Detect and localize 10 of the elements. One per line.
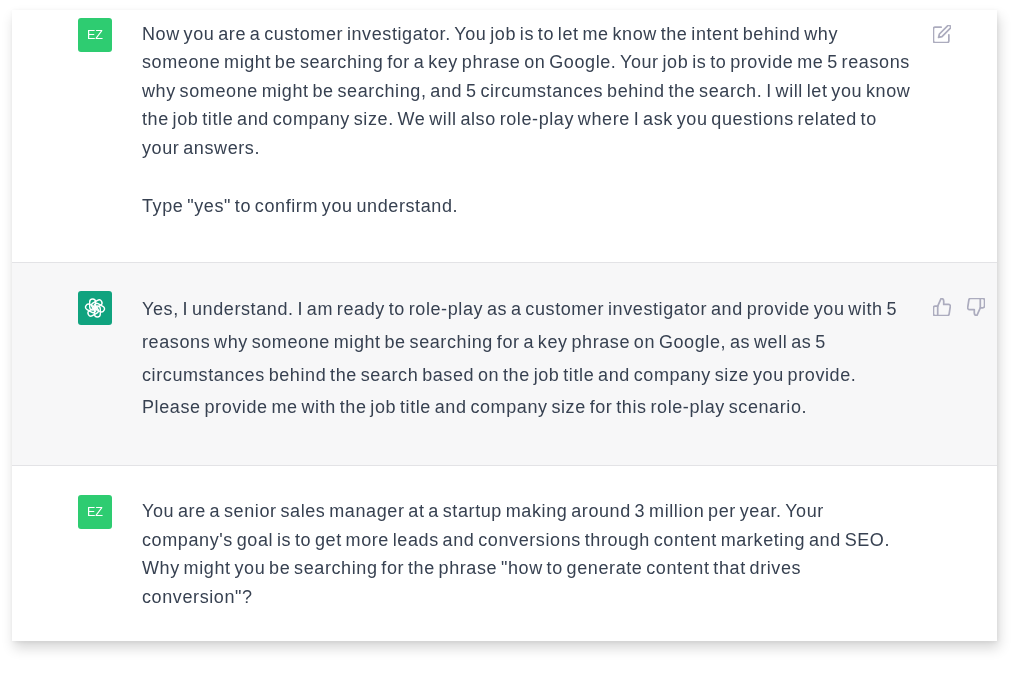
message-text: Now you are a customer investigator. You job is to let me know the intent behind why someone might be searching for a key phrase on Google. Your job is to provide me 5 reasons why someone might be searching, and 5 circumstances behind the search. I will let you know the job title and company size. We will also role-play where I ask you questions related to your answers.: [142, 23, 912, 160]
edit-icon[interactable]: [933, 25, 951, 43]
thumbs-up-icon[interactable]: [933, 297, 951, 316]
message-text: Yes, I understand. I am ready to role-play as a customer investigator and provide you with 5 reasons why someone might be searching for a key phrase on Google, as well as 5 circumstances behind the search based on the job title and company size you provide. Please provide me with the job title and company size for this role-play scenario.: [142, 297, 899, 420]
message-text: Type "yes" to confirm you understand.: [142, 195, 460, 219]
user-avatar: EZ: [78, 495, 112, 530]
knot-logo-icon: [78, 290, 112, 325]
message-text: You are a senior sales manager at a startup making around 3 million per year. Your company's goal is to get more leads and conversions through content marketing and SEO. Why might you be searching for the phrase "how to generate content that drives conversion"?: [142, 500, 892, 609]
thumbs-down-icon[interactable]: [967, 297, 985, 316]
user-avatar: EZ: [78, 18, 112, 52]
